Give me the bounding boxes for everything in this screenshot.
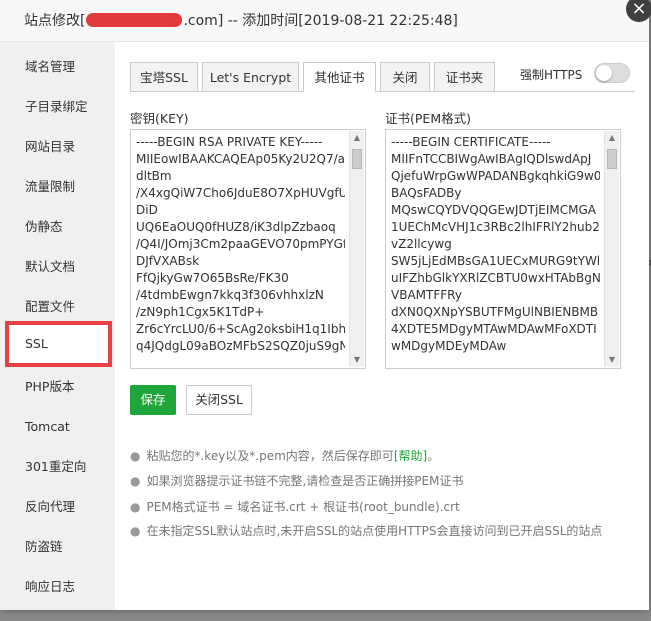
bullet-icon: ● — [130, 500, 141, 514]
tab-other-cert[interactable]: 其他证书 — [303, 62, 376, 92]
key-label: 密钥(KEY) — [130, 111, 189, 126]
sidebar-item-reverse-proxy[interactable]: 反向代理 — [0, 487, 115, 527]
sidebar-item-ssl[interactable]: SSL — [5, 321, 112, 367]
scroll-thumb[interactable] — [607, 149, 617, 169]
help-link[interactable]: [帮助] — [394, 449, 427, 463]
cert-content: -----BEGIN CERTIFICATE----- MIIFnTCCBIWg… — [391, 135, 600, 353]
site-edit-dialog: 站点修改[.com] -- 添加时间[2019-08-21 22:25:48] … — [0, 0, 649, 610]
sidebar-item-log[interactable]: 响应日志 — [0, 567, 115, 607]
note-text: 如果浏览器提示证书链不完整,请检查是否正确拼接PEM证书 — [146, 474, 464, 488]
note-item: ● PEM格式证书 = 域名证书.crt + 根证书(root_bundle).c… — [130, 498, 460, 515]
scroll-down-icon[interactable]: ▼ — [350, 353, 364, 367]
force-https-label: 强制HTTPS — [520, 68, 583, 82]
key-content: -----BEGIN RSA PRIVATE KEY----- MIIEowIB… — [136, 135, 345, 353]
bullet-icon: ● — [130, 524, 141, 538]
key-scrollbar[interactable]: ▲ ▼ — [349, 131, 364, 367]
tab-close[interactable]: 关闭 — [380, 62, 430, 92]
close-icon[interactable]: × — [626, 0, 651, 22]
scroll-up-icon[interactable]: ▲ — [350, 131, 364, 145]
bullet-icon: ● — [130, 474, 141, 488]
sidebar: 域名管理 子目录绑定 网站目录 流量限制 伪静态 默认文档 配置文件 SSL P… — [0, 42, 115, 610]
scroll-up-icon[interactable]: ▲ — [605, 131, 619, 145]
note-item: ● 粘贴您的*.key以及*.pem内容，然后保存即可[帮助]。 — [130, 447, 439, 464]
tab-cert-folder[interactable]: 证书夹 — [434, 62, 495, 92]
sidebar-item-traffic-limit[interactable]: 流量限制 — [0, 167, 115, 207]
tab-bt-ssl[interactable]: 宝塔SSL — [130, 62, 198, 92]
toggle-knob — [596, 65, 612, 81]
note-text: PEM格式证书 = 域名证书.crt + 根证书(root_bundle).cr… — [146, 500, 460, 514]
note-item: ● 在未指定SSL默认站点时,未开启SSL的站点使用HTTPS会直接访问到已开启S… — [130, 522, 602, 539]
cert-scrollbar[interactable]: ▲ ▼ — [604, 131, 619, 367]
tab-lets-encrypt[interactable]: Let's Encrypt — [202, 62, 299, 92]
sidebar-item-site-dir[interactable]: 网站目录 — [0, 127, 115, 167]
note-item: ● 如果浏览器提示证书链不完整,请检查是否正确拼接PEM证书 — [130, 472, 463, 489]
sidebar-item-tomcat[interactable]: Tomcat — [0, 407, 115, 447]
save-button[interactable]: 保存 — [130, 385, 176, 415]
sidebar-item-php[interactable]: PHP版本 — [0, 367, 115, 407]
dialog-title: 站点修改[ .com] -- 添加时间[2019-08-21 22:25:48] — [0, 0, 649, 42]
scroll-down-icon[interactable]: ▼ — [605, 353, 619, 367]
sidebar-item-subdir[interactable]: 子目录绑定 — [0, 87, 115, 127]
note-tail: 。 — [427, 449, 440, 463]
sidebar-item-rewrite[interactable]: 伪静态 — [0, 207, 115, 247]
note-text: 粘贴您的*.key以及*.pem内容，然后保存即可 — [146, 449, 394, 463]
close-ssl-button[interactable]: 关闭SSL — [186, 385, 252, 415]
note-text: 在未指定SSL默认站点时,未开启SSL的站点使用HTTPS会直接访问到已开启SS… — [146, 524, 603, 538]
key-textarea[interactable]: -----BEGIN RSA PRIVATE KEY----- MIIEowIB… — [130, 129, 366, 369]
sidebar-item-default-doc[interactable]: 默认文档 — [0, 247, 115, 287]
cert-label: 证书(PEM格式) — [385, 111, 471, 126]
sidebar-item-config[interactable]: 配置文件 — [0, 287, 115, 327]
scroll-thumb[interactable] — [352, 149, 362, 169]
bullet-icon: ● — [130, 449, 141, 463]
title-prefix: 站点修改[ — [24, 13, 86, 29]
cert-textarea[interactable]: -----BEGIN CERTIFICATE----- MIIFnTCCBIWg… — [385, 129, 621, 369]
sidebar-item-domain[interactable]: 域名管理 — [0, 47, 115, 87]
sidebar-item-redirect[interactable]: 301重定向 — [0, 447, 115, 487]
sidebar-item-hotlink[interactable]: 防盗链 — [0, 527, 115, 567]
force-https-toggle[interactable] — [594, 63, 630, 83]
title-suffix: .com] -- 添加时间[2019-08-21 22:25:48] — [183, 13, 458, 29]
redacted-domain — [86, 13, 183, 27]
